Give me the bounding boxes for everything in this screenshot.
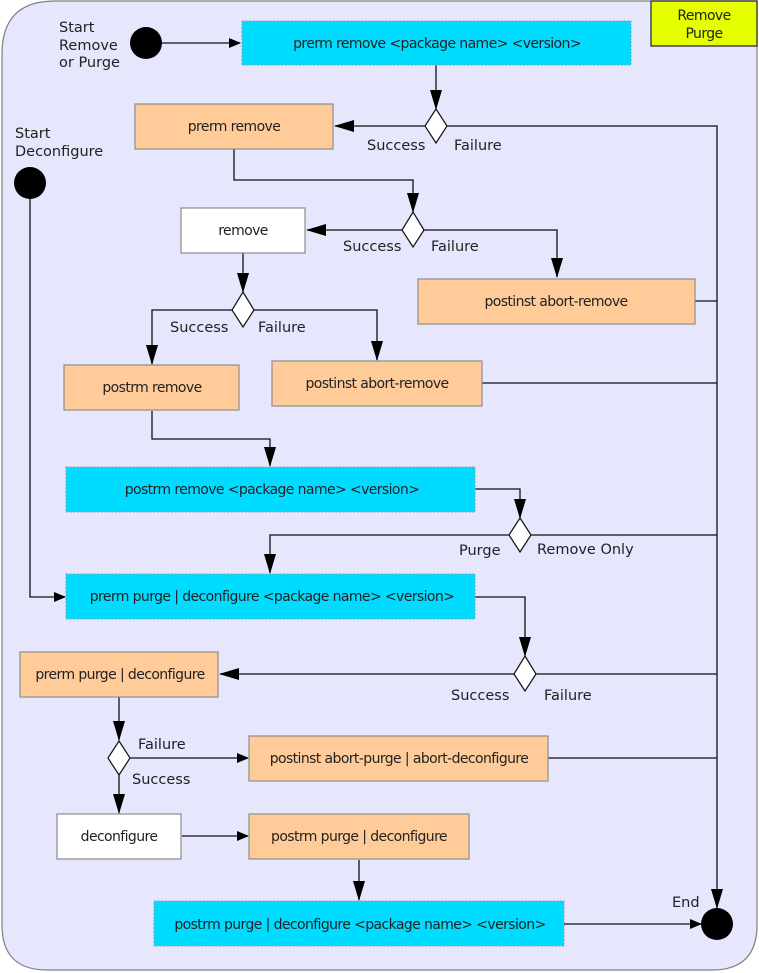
start-node-icon: [130, 27, 162, 59]
edge-label: Success: [451, 688, 509, 704]
end-node-icon: [701, 908, 733, 940]
node-deconfigure: deconfigure: [56, 813, 182, 860]
start-deconf-label-2: Deconfigure: [15, 144, 103, 160]
node-label: prerm purge | deconfigure <package name>…: [90, 589, 455, 605]
edge-label: Failure: [431, 239, 479, 255]
node-postinst-abort-purge: postinst abort-purge | abort-deconfigure: [248, 735, 549, 782]
edge-label: Success: [367, 138, 425, 154]
node-label: postrm remove <package name> <version>: [125, 482, 420, 498]
node-label: prerm remove: [188, 119, 281, 135]
node-label: prerm purge | deconfigure: [35, 667, 204, 683]
node-prerm-remove: prerm remove: [134, 103, 334, 150]
node-postrm-purge: postrm purge | deconfigure: [248, 813, 470, 860]
node-postrm-remove-call: postrm remove <package name> <version>: [65, 466, 476, 513]
edge-label: Success: [170, 320, 228, 336]
node-remove: remove: [180, 207, 306, 254]
node-prerm-remove-call: prerm remove <package name> <version>: [241, 20, 632, 66]
flow-diagram: Remove Purge Start Remove or Purge Start…: [1, 0, 758, 971]
node-postrm-purge-call: postrm purge | deconfigure <package name…: [153, 900, 565, 947]
node-prerm-purge-call: prerm purge | deconfigure <package name>…: [65, 573, 476, 620]
node-label: postinst abort-remove: [305, 376, 448, 392]
node-label: postinst abort-purge | abort-deconfigure: [270, 751, 529, 767]
node-label: postinst abort-remove: [484, 294, 627, 310]
title-line-2: Purge: [685, 26, 722, 42]
edge-label: Purge: [459, 543, 501, 559]
start-remove-label-3: or Purge: [59, 55, 120, 71]
node-label: postrm purge | deconfigure <package name…: [174, 917, 545, 933]
start-remove-label-2: Remove: [59, 38, 118, 54]
node-prerm-purge: prerm purge | deconfigure: [19, 651, 219, 698]
start-deconf-label-1: Start: [15, 126, 51, 142]
node-label: remove: [218, 223, 268, 239]
node-label: postrm purge | deconfigure: [271, 829, 447, 845]
edge-label: Failure: [138, 737, 186, 753]
edge-label: Failure: [454, 138, 502, 154]
node-postinst-abort-remove-2: postinst abort-remove: [271, 360, 483, 407]
edge-label: Remove Only: [537, 542, 634, 558]
edge-label: Success: [343, 239, 401, 255]
node-label: prerm remove <package name> <version>: [293, 36, 581, 52]
start-node-icon: [14, 167, 46, 199]
start-remove-label-1: Start: [59, 20, 95, 36]
end-label: End: [672, 895, 700, 911]
edge-label: Success: [132, 772, 190, 788]
node-postinst-abort-remove-1: postinst abort-remove: [417, 278, 696, 325]
node-label: deconfigure: [81, 829, 158, 845]
title-line-1: Remove: [677, 8, 730, 24]
node-postrm-remove: postrm remove: [63, 364, 240, 411]
edge-label: Failure: [258, 320, 306, 336]
title-box: Remove Purge: [650, 0, 758, 47]
node-label: postrm remove: [102, 380, 201, 396]
edge-label: Failure: [544, 688, 592, 704]
